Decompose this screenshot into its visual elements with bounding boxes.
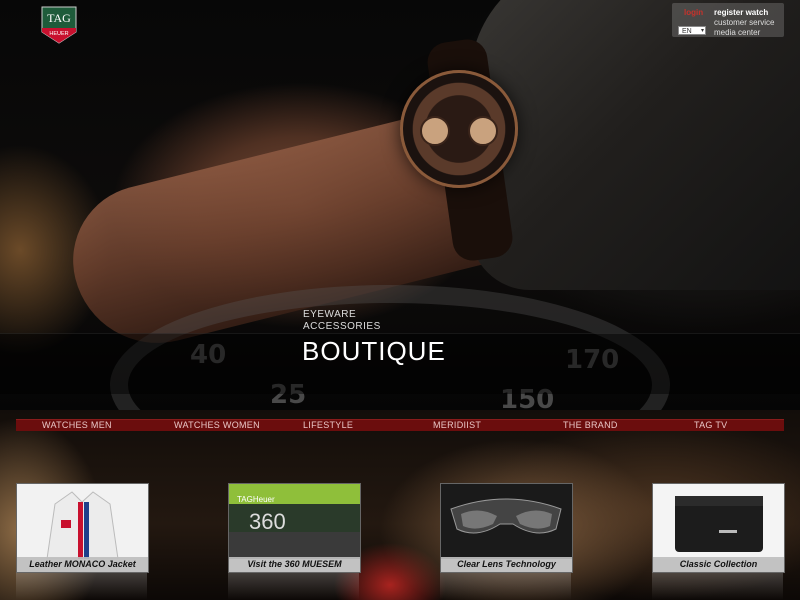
register-watch-link[interactable]: register watch: [714, 8, 768, 17]
login-link[interactable]: login: [684, 8, 703, 17]
card-reflection: [16, 573, 147, 600]
card-caption: Visit the 360 MUESEM: [229, 557, 360, 572]
card-classic-collection[interactable]: Classic Collection: [652, 483, 785, 573]
nav-watches-women[interactable]: WATCHES WOMEN: [174, 420, 260, 431]
museum-number-text: 360: [249, 509, 286, 534]
nav-the-brand[interactable]: THE BRAND: [563, 420, 618, 431]
nav-meridiist[interactable]: MERIDIIST: [433, 420, 481, 431]
chevron-down-icon: ▾: [700, 28, 704, 34]
accessories-link[interactable]: ACCESSORIES: [303, 321, 381, 333]
card-clear-lens[interactable]: Clear Lens Technology: [440, 483, 573, 573]
nav-watches-men[interactable]: WATCHES MEN: [42, 420, 112, 431]
card-360-museum[interactable]: TAGHeuer 360 Visit the 360 MUESEM: [228, 483, 361, 573]
eyeware-link[interactable]: EYEWARE: [303, 309, 381, 321]
customer-service-link[interactable]: customer service: [714, 18, 774, 27]
watch-subdial-left: [420, 116, 450, 146]
hero-banner: 40 25 150 170 EYEWARE ACCESSORIES BOUTIQ…: [0, 0, 800, 410]
boutique-title-link[interactable]: BOUTIQUE: [302, 336, 446, 367]
card-caption: Clear Lens Technology: [441, 557, 572, 572]
jacket-image: [17, 484, 148, 559]
card-reflection: [652, 573, 783, 600]
media-center-link[interactable]: media center: [714, 28, 760, 37]
watch-subdial-right: [468, 116, 498, 146]
nav-lifestyle[interactable]: LIFESTYLE: [303, 420, 353, 431]
card-reflection: [440, 573, 571, 600]
card-leather-monaco-jacket[interactable]: Leather MONACO Jacket: [16, 483, 149, 573]
card-caption: Leather MONACO Jacket: [17, 557, 148, 572]
language-value: EN: [682, 28, 692, 35]
card-caption: Classic Collection: [653, 557, 784, 572]
main-nav: WATCHES MEN WATCHES WOMEN LIFESTYLE MERI…: [16, 419, 784, 431]
sunglasses-image: [441, 484, 572, 559]
logo-bottom-text: HEUER: [49, 31, 68, 37]
language-select[interactable]: EN ▾: [678, 26, 706, 35]
card-reflection: [228, 573, 359, 600]
nav-tag-tv[interactable]: TAG TV: [694, 420, 727, 431]
wallet-image: [653, 484, 784, 559]
hero-leather-jacket: [470, 0, 800, 290]
boutique-sub-links: EYEWARE ACCESSORIES: [303, 309, 381, 333]
tag-heuer-logo[interactable]: TAG HEUER: [40, 6, 78, 44]
museum-image: TAGHeuer 360: [229, 484, 360, 559]
logo-top-text: TAG: [47, 11, 71, 25]
museum-brand-text: TAGHeuer: [237, 495, 275, 504]
utility-panel: login register watch customer service me…: [672, 3, 784, 37]
hero-watch: [400, 70, 518, 188]
